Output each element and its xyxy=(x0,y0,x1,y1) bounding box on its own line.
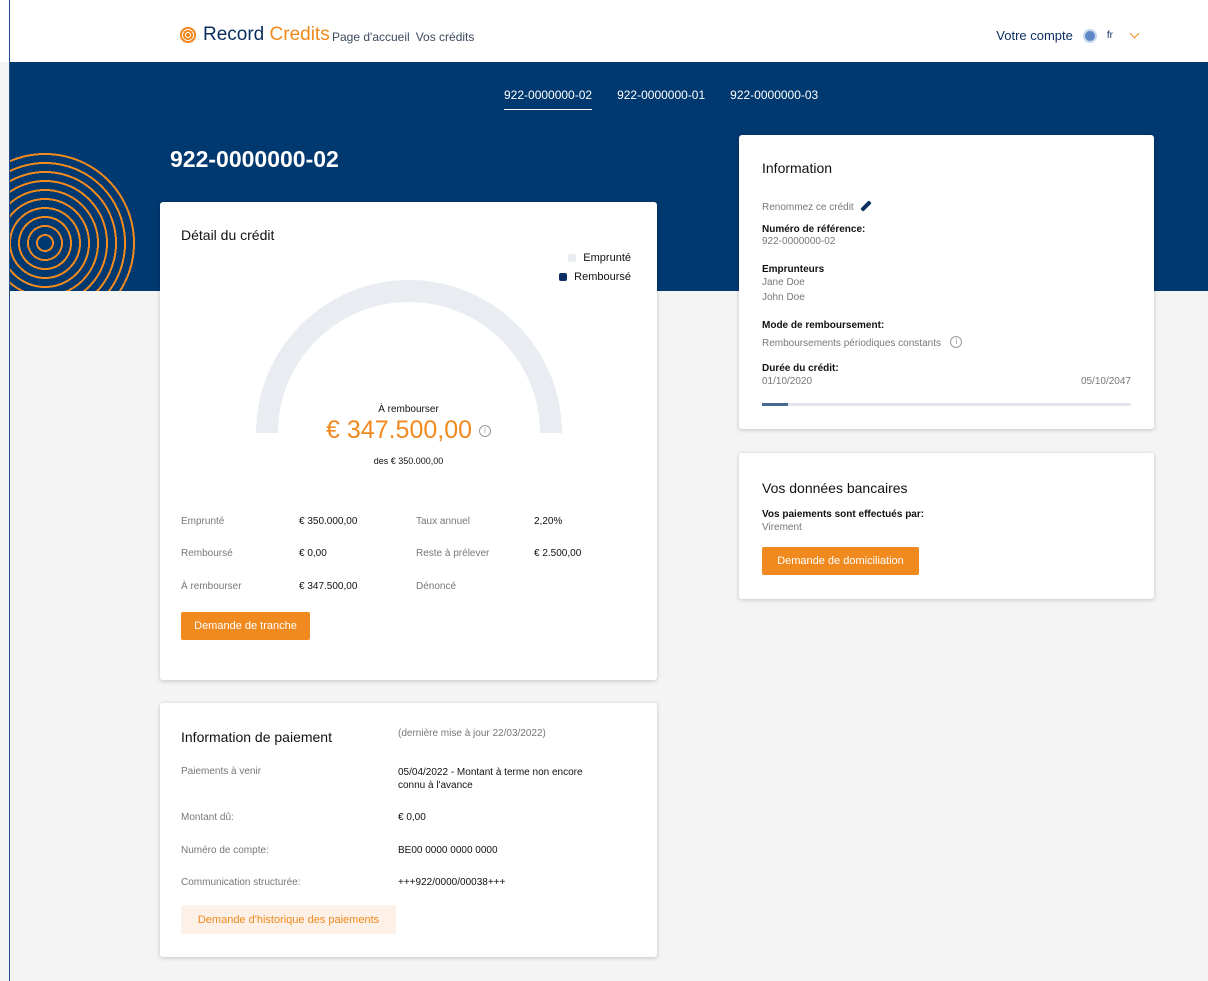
payments-by-label: Vos paiements sont effectués par: xyxy=(762,509,925,520)
of-total: des € 350.000,00 xyxy=(373,456,444,466)
nav-credits-link[interactable]: Vos crédits xyxy=(416,30,475,44)
logo-record: Record xyxy=(203,24,265,45)
payment-history-request-button[interactable]: Demande d'historique des paiements xyxy=(181,905,396,934)
repayment-gauge xyxy=(256,280,562,434)
rename-credit-label[interactable]: Renommez ce crédit xyxy=(762,202,854,213)
amount-due-value: € 0,00 xyxy=(398,812,426,823)
rename-credit[interactable]: Renommez ce crédit xyxy=(762,197,872,215)
chevron-down-icon[interactable] xyxy=(1129,28,1140,39)
payments-by-value: Virement xyxy=(762,522,802,533)
to-repay-caption: À rembourser xyxy=(378,404,439,415)
to-repay-value: € 347.500,00 xyxy=(299,581,358,592)
legend-repaid-label: Remboursé xyxy=(574,271,631,283)
borrowers-label: Emprunteurs xyxy=(762,264,825,275)
credit-detail-card: Détail du crédit Emprunté Remboursé À re… xyxy=(160,202,657,680)
pencil-icon[interactable] xyxy=(860,200,872,212)
repayment-mode-value: Remboursements périodiques constants xyxy=(762,338,941,349)
payment-info-card: Information de paiement (dernière mise à… xyxy=(160,703,657,957)
credit-detail-title: Détail du crédit xyxy=(181,227,275,243)
repaid-label: Remboursé xyxy=(181,548,233,559)
end-date: 05/10/2047 xyxy=(1080,376,1131,387)
structured-communication-value: +++922/0000/00038+++ xyxy=(398,877,506,888)
bank-data-card: Vos données bancaires Vos paiements sont… xyxy=(739,453,1154,599)
top-bar: Record Credits Page d'accueil Vos crédit… xyxy=(0,0,1208,62)
denounced-label: Dénoncé xyxy=(416,581,457,592)
tab-credit-01[interactable]: 922-0000000-01 xyxy=(617,88,705,110)
tab-credit-02[interactable]: 922-0000000-02 xyxy=(504,88,593,110)
user-avatar-icon[interactable] xyxy=(1082,28,1097,43)
borrower-2: John Doe xyxy=(762,292,805,303)
account-label[interactable]: Votre compte xyxy=(996,28,1073,43)
borrower-1: Jane Doe xyxy=(762,277,805,288)
gauge-legend: Emprunté Remboursé xyxy=(559,252,631,290)
logo-mark-icon xyxy=(179,26,197,44)
tranche-request-button[interactable]: Demande de tranche xyxy=(181,612,310,640)
reference-label: Numéro de référence: xyxy=(762,224,866,235)
structured-communication-label: Communication structurée: xyxy=(181,877,301,888)
duration-label: Durée du crédit: xyxy=(762,363,839,374)
info-icon[interactable]: i xyxy=(950,335,963,348)
legend-repaid: Remboursé xyxy=(559,271,631,283)
upcoming-payments-line-2: connu à l'avance xyxy=(398,780,473,791)
remaining-label: Reste à prélever xyxy=(416,548,490,559)
left-border xyxy=(9,0,10,981)
last-update: (dernière mise à jour 22/03/2022) xyxy=(398,728,546,739)
borrowed-value: € 350.000,00 xyxy=(299,516,358,527)
logo[interactable]: Record Credits xyxy=(179,24,330,46)
to-repay-amount-row: € 347.500,00 i xyxy=(160,416,657,445)
logo-text: Record Credits xyxy=(203,24,330,46)
tab-credit-03[interactable]: 922-0000000-03 xyxy=(730,88,818,110)
credit-tabs: 922-0000000-02 922-0000000-01 922-000000… xyxy=(504,88,818,110)
duration-progress-bar xyxy=(762,403,1131,406)
start-date: 01/10/2020 xyxy=(762,376,813,387)
information-title: Information xyxy=(762,160,833,176)
borrowed-label: Emprunté xyxy=(181,516,225,527)
annual-rate-value: 2,20% xyxy=(534,516,563,527)
legend-borrowed-label: Emprunté xyxy=(583,252,631,264)
language-selector[interactable]: fr xyxy=(1107,30,1113,41)
fingerprint-decoration-icon xyxy=(10,148,140,291)
main-nav: Page d'accueil Vos crédits xyxy=(332,30,474,44)
upcoming-payments-line-1: 05/04/2022 - Montant à terme non encore xyxy=(398,767,583,778)
nav-home-link[interactable]: Page d'accueil xyxy=(332,30,410,44)
to-repay-label: À rembourser xyxy=(181,581,242,592)
payment-info-title: Information de paiement xyxy=(181,729,332,745)
amount-due-label: Montant dû: xyxy=(181,812,234,823)
repayment-mode-label: Mode de remboursement: xyxy=(762,320,885,331)
legend-borrowed-swatch xyxy=(568,254,577,262)
repayment-mode-row: Remboursements périodiques constants i xyxy=(762,333,963,351)
repaid-value: € 0,00 xyxy=(299,548,327,559)
annual-rate-label: Taux annuel xyxy=(416,516,470,527)
info-icon[interactable]: i xyxy=(478,425,491,438)
reference-value: 922-0000000-02 xyxy=(762,236,836,247)
bank-title: Vos données bancaires xyxy=(762,480,908,496)
page-title: 922-0000000-02 xyxy=(170,146,339,172)
account-number-label: Numéro de compte: xyxy=(181,845,269,856)
remaining-value: € 2.500,00 xyxy=(534,548,582,559)
logo-credits: Credits xyxy=(269,24,330,45)
account-menu[interactable]: Votre compte fr xyxy=(996,28,1140,43)
duration-progress-fill xyxy=(762,403,788,406)
information-card: Information Renommez ce crédit Numéro de… xyxy=(739,135,1154,429)
upcoming-payments-label: Paiements à venir xyxy=(181,766,262,777)
domiciliation-request-button[interactable]: Demande de domiciliation xyxy=(762,547,919,575)
account-number-value: BE00 0000 0000 0000 xyxy=(398,845,498,856)
to-repay-amount: € 347.500,00 xyxy=(326,416,473,444)
legend-borrowed: Emprunté xyxy=(559,252,631,264)
